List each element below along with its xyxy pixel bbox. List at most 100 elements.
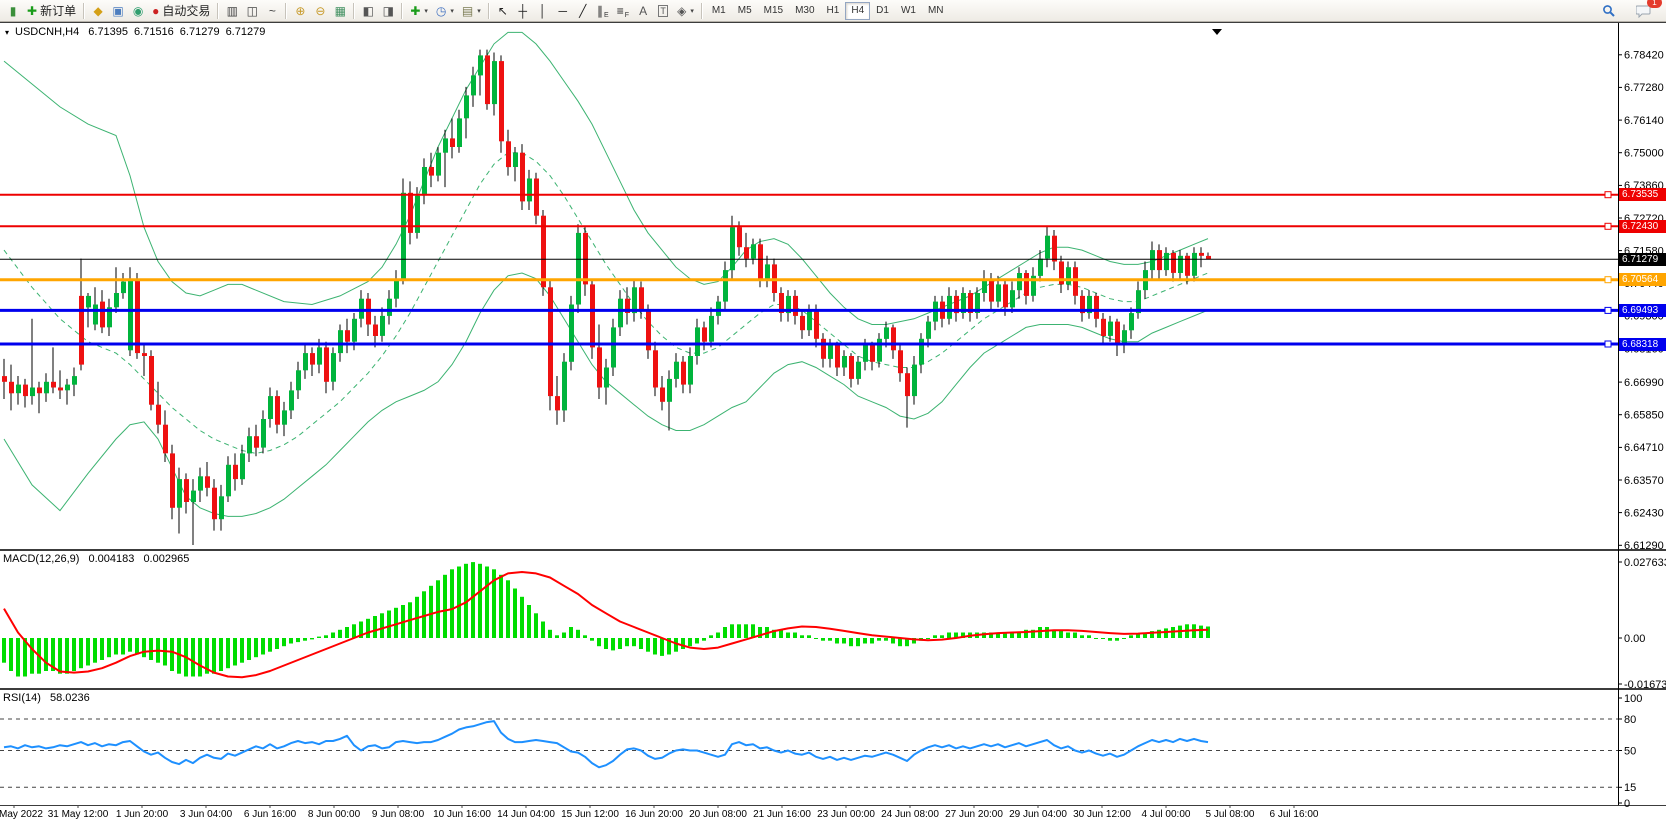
timeframe-mn-button[interactable]: MN <box>922 2 950 20</box>
line-handle[interactable] <box>1605 341 1611 347</box>
candle <box>1045 236 1050 259</box>
candle <box>198 476 203 490</box>
arrows-button[interactable]: ◈▾ <box>673 2 698 20</box>
macd-histogram-bar <box>310 638 314 639</box>
macd-histogram-bar <box>107 638 111 657</box>
toolbar-separator <box>701 3 703 19</box>
line-handle[interactable] <box>1605 307 1611 313</box>
line-chart-button[interactable]: ~ <box>262 2 282 20</box>
axis-tick-label: 0.00 <box>1624 633 1645 645</box>
indicators-button[interactable]: ✚▾ <box>406 2 432 20</box>
macd-histogram-bar <box>835 638 839 644</box>
candle <box>268 396 273 419</box>
macd-histogram-bar <box>506 580 510 638</box>
timeframe-h4-button[interactable]: H4 <box>845 2 870 20</box>
candle <box>114 293 119 307</box>
periods-button[interactable]: ◷▾ <box>432 2 458 20</box>
macd-histogram-bar <box>366 619 370 638</box>
market-watch-button[interactable]: ◆ <box>88 2 108 20</box>
timeframe-m30-button[interactable]: M30 <box>789 2 820 20</box>
candle <box>121 282 126 294</box>
horizontal-line-button[interactable]: ─ <box>553 2 573 20</box>
macd-histogram-bar <box>618 638 622 649</box>
timeframe-m15-button[interactable]: M15 <box>758 2 789 20</box>
macd-histogram-bar <box>877 638 881 641</box>
bar-chart-button[interactable]: ▥ <box>222 2 242 20</box>
timeframe-w1-button[interactable]: W1 <box>895 2 922 20</box>
line-handle[interactable] <box>1605 192 1611 198</box>
trend-line-button[interactable]: ╱ <box>573 2 593 20</box>
timeframe-h1-button[interactable]: H1 <box>821 2 846 20</box>
time-tick-label: 20 Jun 08:00 <box>689 809 747 820</box>
zoom-in-button[interactable]: ⊕ <box>290 2 310 20</box>
line-handle[interactable] <box>1605 223 1611 229</box>
auto-trading-button[interactable]: ●自动交易 <box>148 2 214 20</box>
macd-histogram-bar <box>72 638 76 671</box>
macd-histogram-bar <box>569 627 573 638</box>
candle <box>1108 322 1113 336</box>
candle <box>1129 313 1134 330</box>
data-window-button[interactable]: ▣ <box>108 2 128 20</box>
time-tick-label: 8 Jun 00:00 <box>308 809 361 820</box>
tile-windows-button[interactable]: ▦ <box>330 2 350 20</box>
search-icon <box>1602 4 1616 18</box>
candle <box>1052 236 1057 262</box>
rsi-value: 58.0236 <box>50 692 90 704</box>
close-value: 6.71279 <box>226 26 266 38</box>
candle <box>142 353 147 356</box>
candle <box>1017 273 1022 290</box>
macd-histogram-bar <box>884 638 888 641</box>
crosshair-button[interactable]: ┼ <box>513 2 533 20</box>
timeframe-m5-button[interactable]: M5 <box>732 2 758 20</box>
candle <box>583 233 588 285</box>
search-button[interactable] <box>1595 1 1623 21</box>
chart-canvas[interactable]: 6.784206.772806.761406.750006.738606.727… <box>0 22 1666 824</box>
arrange-charts-button[interactable]: ◧ <box>358 2 378 20</box>
candle <box>345 330 350 342</box>
candle <box>429 167 434 176</box>
macd-histogram-bar <box>2 638 6 663</box>
candlestick-chart-icon: ◫ <box>247 5 258 17</box>
candle <box>1066 267 1071 284</box>
zoom-out-button[interactable]: ⊖ <box>310 2 330 20</box>
vertical-line-button[interactable]: │ <box>533 2 553 20</box>
macd-histogram-bar <box>282 638 286 646</box>
price-level-label: 6.68318 <box>1619 338 1666 351</box>
macd-histogram-bar <box>1045 627 1049 638</box>
vertical-line-icon: │ <box>539 5 547 17</box>
candle <box>660 388 665 402</box>
templates-button[interactable]: ▤▾ <box>458 2 485 20</box>
chart-menu-button[interactable]: ▮ <box>3 2 23 20</box>
chat-button[interactable]: 1 <box>1629 1 1657 21</box>
axis-tick-label: 6.64710 <box>1624 442 1664 454</box>
candle <box>464 95 469 118</box>
candle <box>618 299 623 328</box>
candlestick-chart-button[interactable]: ◫ <box>242 2 262 20</box>
timeframe-d1-button[interactable]: D1 <box>870 2 895 20</box>
candle <box>1178 256 1183 273</box>
macd-histogram-bar <box>863 638 867 644</box>
fibonacci-button[interactable]: ≡F <box>613 2 633 20</box>
candle <box>989 279 994 302</box>
candle <box>310 353 315 365</box>
macd-histogram-bar <box>1073 633 1077 639</box>
candle <box>450 138 455 147</box>
candle <box>422 167 427 196</box>
candle <box>751 244 756 258</box>
candle <box>177 479 182 508</box>
macd-histogram-bar <box>499 575 503 638</box>
equidistant-channel-button[interactable]: ∥E <box>593 2 613 20</box>
timeframe-m1-button[interactable]: M1 <box>706 2 732 20</box>
candle <box>72 376 77 385</box>
new-order-button[interactable]: ✚新订单 <box>23 2 80 20</box>
shift-end-button[interactable]: ◨ <box>378 2 398 20</box>
text-button[interactable]: A <box>633 2 653 20</box>
cursor-button[interactable]: ↖ <box>493 2 513 20</box>
macd-label: MACD(12,26,9) <box>3 553 79 565</box>
text-label-button[interactable]: T <box>653 2 673 20</box>
line-handle[interactable] <box>1605 277 1611 283</box>
navigator-button[interactable]: ◉ <box>128 2 148 20</box>
chart-title: ▾USDCNH,H4 6.713956.715166.712796.71279 <box>5 26 271 38</box>
macd-histogram-bar <box>324 635 328 638</box>
candle <box>548 287 553 396</box>
